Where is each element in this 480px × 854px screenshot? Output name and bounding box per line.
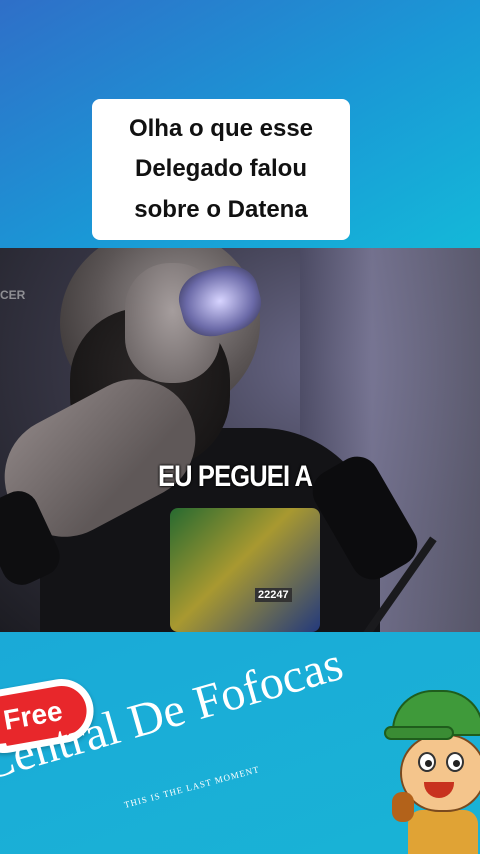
- mascot-shirt: [408, 810, 478, 854]
- shirt-number: 22247: [255, 588, 292, 602]
- mascot-hair: [392, 792, 414, 822]
- mascot-eye-left: [418, 752, 436, 772]
- shirt-print: [170, 508, 320, 632]
- caption-line-3: sobre o Datena: [134, 195, 308, 223]
- caption-line-1: Olha o que esse: [128, 115, 314, 143]
- caption-box: Olha o que esse Delegado falou sobre o D…: [92, 99, 350, 240]
- brand-section: Free Central De Fofocas THIS IS THE LAST…: [0, 632, 480, 854]
- mascot-eye-right: [446, 752, 464, 772]
- brand-tagline: THIS IS THE LAST MOMENT: [123, 764, 261, 810]
- video-subtitle: EU PEGUEI A: [157, 460, 313, 493]
- background-sign-text: CER: [0, 288, 26, 302]
- mascot-cap-brim: [384, 726, 454, 740]
- cartoon-character-icon: [384, 682, 480, 854]
- video-frame[interactable]: CER 22247 EU PEGUEI A: [0, 248, 480, 632]
- caption-line-2: Delegado falou: [134, 155, 308, 183]
